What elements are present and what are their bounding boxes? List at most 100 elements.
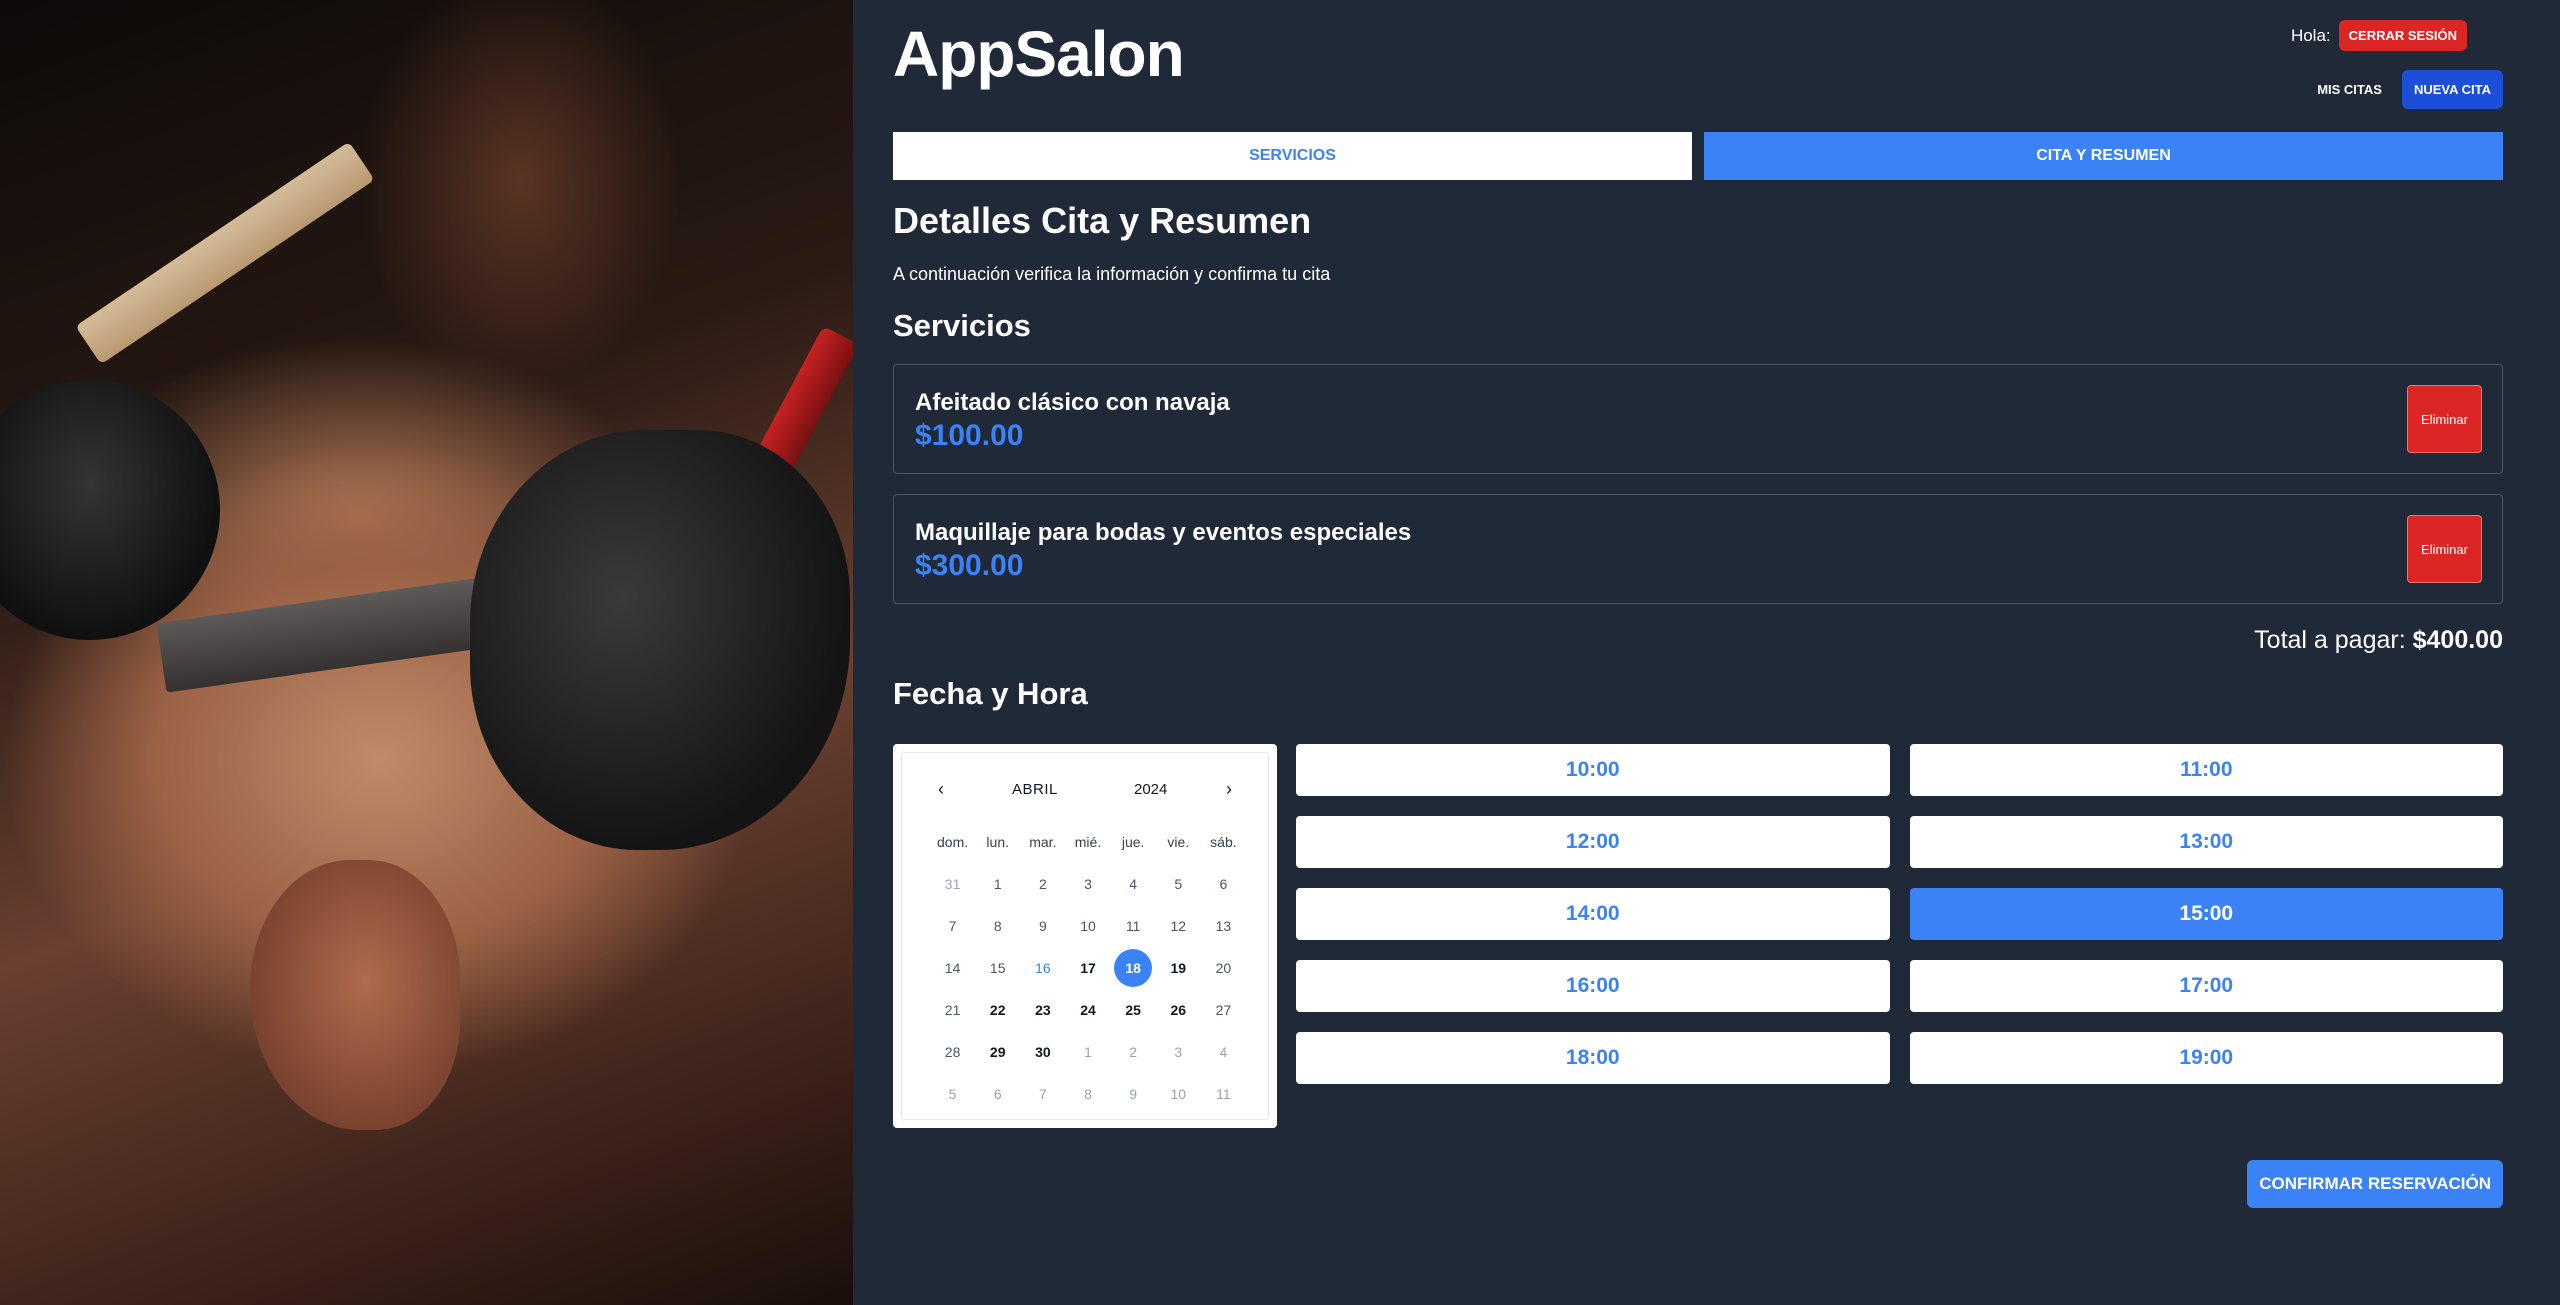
calendar-day-number: 2 xyxy=(1038,876,1047,892)
calendar-day: 11 xyxy=(1111,905,1156,947)
calendar-day[interactable]: 26 xyxy=(1156,989,1201,1031)
tab-servicios[interactable]: SERVICIOS xyxy=(893,132,1692,180)
calendar-day-number: 12 xyxy=(1170,918,1187,934)
page-title: Detalles Cita y Resumen xyxy=(893,200,1312,241)
calendar-day: 1 xyxy=(1065,1031,1110,1073)
time-slot[interactable]: 17:00 xyxy=(1909,960,2503,1012)
time-slot[interactable]: 13:00 xyxy=(1909,816,2503,868)
time-slot[interactable]: 18:00 xyxy=(1296,1032,1890,1084)
calendar-day-selected[interactable]: 18 xyxy=(1111,947,1156,989)
calendar-day-number: 3 xyxy=(1174,1044,1183,1060)
step-tabs: SERVICIOS CITA Y RESUMEN xyxy=(893,132,2503,180)
calendar-day-number: 9 xyxy=(1038,918,1047,934)
calendar-day: 9 xyxy=(1111,1073,1156,1115)
chevron-right-icon[interactable]: › xyxy=(1226,779,1232,800)
calendar-day: 16 xyxy=(1020,947,1065,989)
time-slot[interactable]: 10:00 xyxy=(1296,744,1890,796)
weekday-label: lun. xyxy=(986,834,1009,850)
calendar-day: 15 xyxy=(975,947,1020,989)
calendar-day-number: 23 xyxy=(1035,1002,1051,1018)
calendar-day-number: 27 xyxy=(1215,1002,1232,1018)
weekday-label: vie. xyxy=(1167,834,1190,850)
time-slot[interactable]: 12:00 xyxy=(1296,816,1890,868)
service-price: $100.00 xyxy=(915,419,1024,452)
calendar-day: 3 xyxy=(1156,1031,1201,1073)
calendar-day: 13 xyxy=(1201,905,1246,947)
total-value: $400.00 xyxy=(2412,626,2503,654)
calendar-day-number: 30 xyxy=(1035,1044,1051,1060)
time-slots: 10:00 11:00 12:00 13:00 14:00 15:00 16:00 17:00… xyxy=(1296,744,2503,1084)
datetime-heading: Fecha y Hora xyxy=(893,676,1088,711)
time-slot[interactable]: 19:00 xyxy=(1909,1032,2503,1084)
calendar-day-number: 22 xyxy=(989,1002,1006,1018)
tab-cita-y-resumen[interactable]: CITA Y RESUMEN xyxy=(1704,132,2503,180)
confirm-reservation-button[interactable]: CONFIRMAR RESERVACIÓN xyxy=(2247,1160,2503,1208)
date-picker: ‹ ABRIL 2024 › dom. lun. mar. mié. jue. vie. s… xyxy=(893,744,1277,1128)
calendar-day-number: 17 xyxy=(1080,960,1096,976)
razor-handle-shape xyxy=(75,141,375,365)
calendar-day: 5 xyxy=(1156,863,1201,905)
remove-service-button[interactable]: Eliminar xyxy=(2407,385,2482,453)
chevron-left-icon[interactable]: ‹ xyxy=(938,779,944,800)
calendar-day: 9 xyxy=(1020,905,1065,947)
time-slot[interactable]: 11:00 xyxy=(1909,744,2503,796)
logout-button[interactable]: CERRAR SESIÓN xyxy=(2338,20,2467,51)
calendar-day[interactable]: 30 xyxy=(1020,1031,1065,1073)
calendar-day: 21 xyxy=(930,989,975,1031)
remove-service-button[interactable]: Eliminar xyxy=(2407,515,2482,583)
calendar-day: 2 xyxy=(1020,863,1065,905)
calendar-day: 20 xyxy=(1201,947,1246,989)
calendar-day[interactable]: 24 xyxy=(1065,989,1110,1031)
mis-citas-link[interactable]: MIS CITAS xyxy=(2309,72,2390,107)
calendar-day-number: 7 xyxy=(1038,1086,1047,1102)
calendar-day: 28 xyxy=(930,1031,975,1073)
calendar-day-number: 8 xyxy=(1084,1086,1092,1102)
calendar-day-number: 19 xyxy=(1170,960,1187,976)
calendar-day: 7 xyxy=(1020,1073,1065,1115)
calendar-day[interactable]: 19 xyxy=(1156,947,1201,989)
calendar-day-number: 2 xyxy=(1129,1044,1138,1060)
calendar-day: 10 xyxy=(1156,1073,1201,1115)
calendar-day-number: 16 xyxy=(1035,960,1051,976)
calendar-day: 1 xyxy=(975,863,1020,905)
time-slot[interactable]: 14:00 xyxy=(1296,888,1890,940)
calendar-day[interactable]: 23 xyxy=(1020,989,1065,1031)
nueva-cita-button[interactable]: NUEVA CITA xyxy=(2401,70,2503,109)
service-card: Afeitado clásico con navaja $100.00 Elim… xyxy=(893,364,2503,474)
weekday-label: jue. xyxy=(1121,834,1145,850)
service-name: Afeitado clásico con navaja xyxy=(915,389,1230,416)
total-label: Total a pagar: xyxy=(2254,626,2406,654)
glove-shape-right xyxy=(470,430,850,850)
calendar-day[interactable]: 17 xyxy=(1065,947,1110,989)
weekday-label: sáb. xyxy=(1210,834,1237,850)
glove-shape-left xyxy=(0,380,220,640)
calendar-day-number: 28 xyxy=(944,1044,961,1060)
calendar-day: 8 xyxy=(1065,1073,1110,1115)
time-slot[interactable]: 16:00 xyxy=(1296,960,1890,1012)
calendar-day-number: 5 xyxy=(1174,876,1183,892)
calendar-day-number: 25 xyxy=(1125,1002,1141,1018)
calendar-year[interactable]: 2024 xyxy=(1134,781,1167,798)
calendar-month[interactable]: ABRIL xyxy=(1012,781,1058,798)
service-price: $300.00 xyxy=(915,549,1024,582)
calendar-day: 7 xyxy=(930,905,975,947)
calendar-day[interactable]: 25 xyxy=(1111,989,1156,1031)
calendar-day: 4 xyxy=(1111,863,1156,905)
service-card: Maquillaje para bodas y eventos especial… xyxy=(893,494,2503,604)
calendar-day-number: 6 xyxy=(1219,876,1228,892)
calendar-day: 6 xyxy=(1201,863,1246,905)
app-panel: AppSalon Hola: CERRAR SESIÓN MIS CITAS N… xyxy=(893,0,2503,1305)
calendar-day-number: 1 xyxy=(993,876,1002,892)
calendar-day-number: 8 xyxy=(993,918,1002,934)
calendar-day: 10 xyxy=(1065,905,1110,947)
greeting-text: Hola: xyxy=(2290,25,2331,45)
calendar-day: 2 xyxy=(1111,1031,1156,1073)
top-nav: MIS CITAS NUEVA CITA xyxy=(2309,70,2503,109)
page-subtitle: A continuación verifica la información y… xyxy=(893,264,1331,284)
calendar-day: 8 xyxy=(975,905,1020,947)
calendar-day[interactable]: 29 xyxy=(975,1031,1020,1073)
calendar-day-number: 7 xyxy=(948,918,957,934)
calendar-day-number: 31 xyxy=(944,876,961,892)
calendar-day[interactable]: 22 xyxy=(975,989,1020,1031)
time-slot-selected[interactable]: 15:00 xyxy=(1909,888,2503,940)
